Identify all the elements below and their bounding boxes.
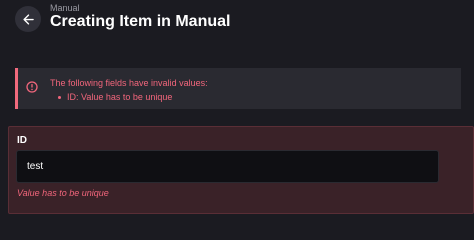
id-field-label: ID — [17, 135, 27, 146]
error-alert: The following fields have invalid values… — [15, 68, 461, 109]
arrow-left-icon — [22, 13, 34, 25]
alert-item-text: ID: Value has to be unique — [67, 92, 173, 102]
alert-title: The following fields have invalid values… — [50, 78, 208, 88]
back-button[interactable] — [15, 6, 41, 32]
page-header: Manual Creating Item in Manual — [0, 0, 474, 44]
id-field-input[interactable] — [16, 150, 439, 183]
page-title: Creating Item in Manual — [50, 13, 231, 30]
id-field-group: ID Value has to be unique — [8, 126, 474, 214]
bullet-icon — [58, 96, 61, 99]
alert-circle-icon — [26, 81, 38, 93]
id-field-error: Value has to be unique — [17, 188, 109, 198]
alert-list-item: ID: Value has to be unique — [58, 92, 172, 103]
